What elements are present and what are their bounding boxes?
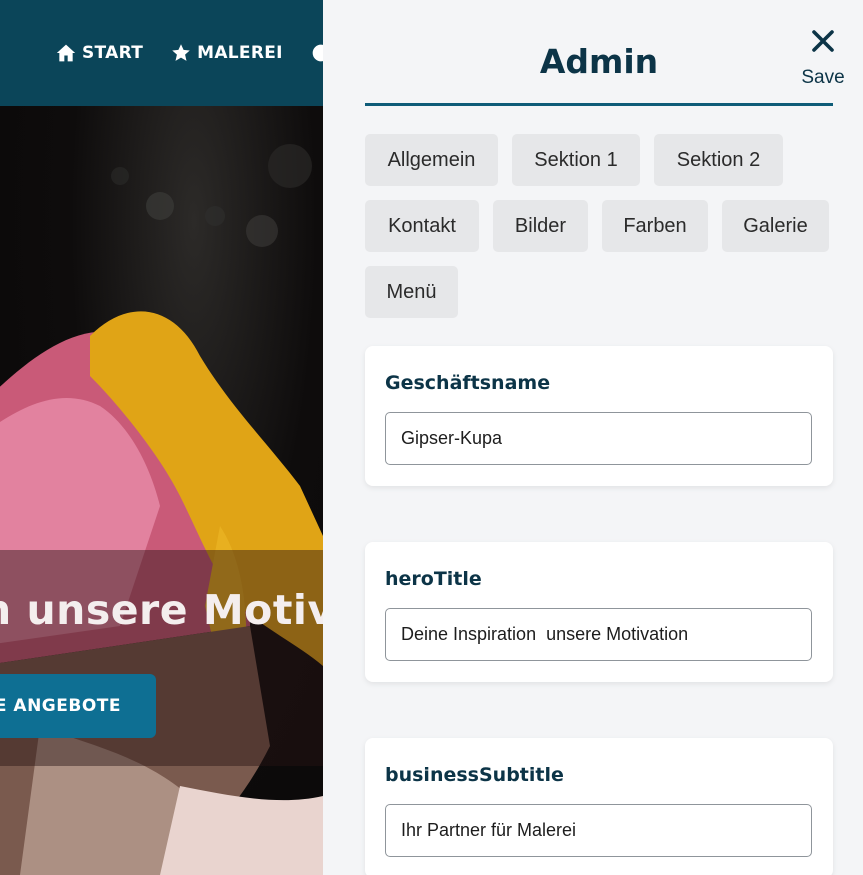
nav-item-malerei[interactable]: MALEREI [171,43,283,63]
tab-galerie[interactable]: Galerie [722,200,829,252]
website-preview: START MALEREI n u [0,0,323,875]
star-icon [172,44,190,61]
tab-allgemein[interactable]: Allgemein [365,134,498,186]
field-label: businessSubtitle [385,764,564,786]
field-card-herotitle: heroTitle [365,542,833,682]
tab-bilder[interactable]: Bilder [493,200,588,252]
hero-title: n unsere Motiva [0,586,323,634]
herotitle-input[interactable] [385,608,812,661]
tab-sektion-2[interactable]: Sektion 2 [654,134,783,186]
admin-panel: Admin Save Allgemein Sektion 1 Sektion 2… [323,0,863,875]
hero-cta-button[interactable]: E ANGEBOTE [0,674,156,738]
admin-title: Admin [539,42,659,81]
tab-menu[interactable]: Menü [365,266,458,318]
tab-kontakt[interactable]: Kontakt [365,200,479,252]
nav-item-label: MALEREI [197,43,283,63]
tab-farben[interactable]: Farben [602,200,708,252]
hero-section: n unsere Motiva E ANGEBOTE [0,106,323,875]
close-icon [812,30,834,52]
info-icon [312,44,323,62]
field-label: heroTitle [385,568,482,590]
site-navbar: START MALEREI [0,0,323,106]
businesssubtitle-input[interactable] [385,804,812,857]
field-label: Geschäftsname [385,372,551,394]
save-label: Save [801,67,845,88]
field-card-geschaeftsname: Geschäftsname [365,346,833,486]
geschaeftsname-input[interactable] [385,412,812,465]
close-save-button[interactable]: Save [797,25,849,95]
home-icon [56,44,76,62]
field-card-businesssubtitle: businessSubtitle [365,738,833,875]
nav-item-start[interactable]: START [56,43,143,63]
admin-header: Admin [365,0,833,106]
nav-item-label: START [82,43,144,63]
nav-item-partial[interactable] [311,43,323,63]
tab-sektion-1[interactable]: Sektion 1 [512,134,640,186]
